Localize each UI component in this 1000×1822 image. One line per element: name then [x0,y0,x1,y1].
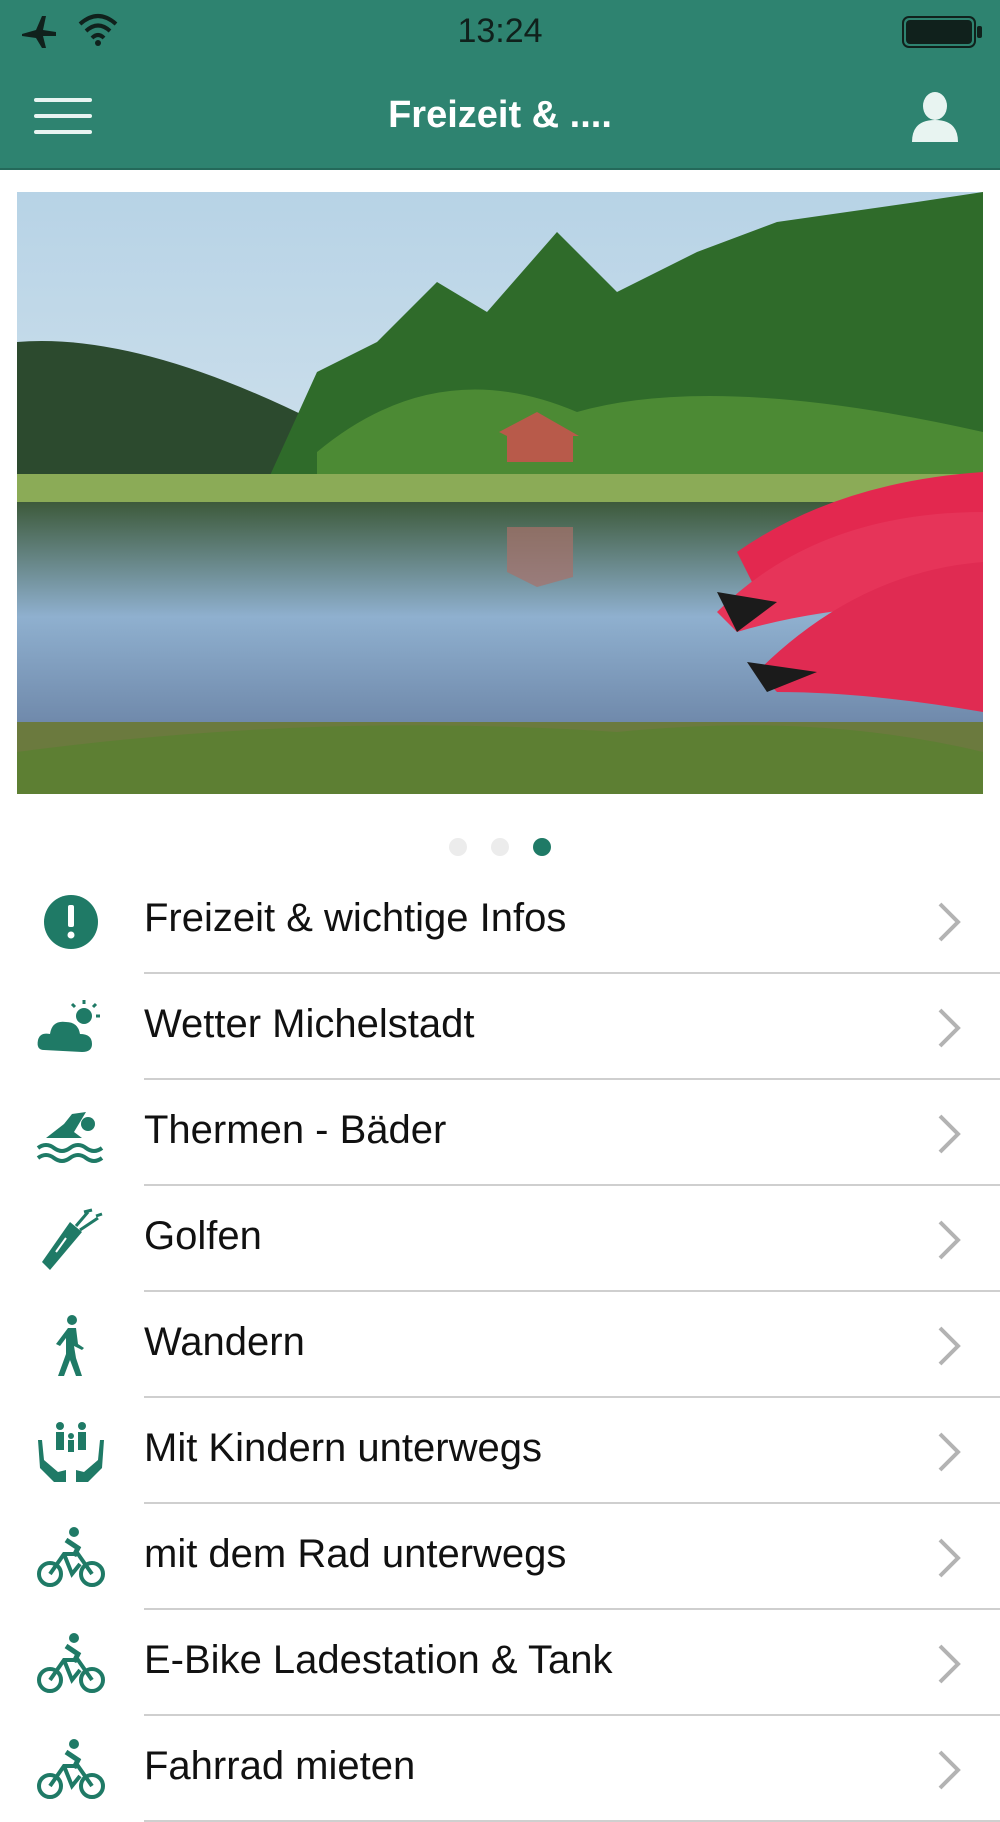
list-item-label: Freizeit & wichtige Infos [144,896,567,940]
cloud-sun-icon [37,1000,100,1052]
chevron-right-icon [938,1326,961,1366]
carousel-page-indicator[interactable] [0,838,1000,868]
carousel-image[interactable] [17,192,983,794]
page-dot-2[interactable] [491,838,509,856]
list-item-label: Mit Kindern unterwegs [144,1426,542,1470]
list-item-kindern[interactable]: Mit Kindern unterwegs [0,1398,1000,1504]
hiker-icon [56,1315,84,1376]
list-item-label: Wetter Michelstadt [144,1002,475,1046]
list-item-freizeit-infos[interactable]: Freizeit & wichtige Infos [0,868,1000,974]
list-item-label: Fahrrad mieten [144,1744,416,1788]
list-item-label: Thermen - Bäder [144,1108,447,1152]
status-time: 13:24 [457,12,543,50]
chevron-right-icon [938,1114,961,1154]
golf-bag-icon [42,1208,103,1270]
page-dot-1[interactable] [448,838,467,856]
chevron-right-icon [938,902,961,942]
page-title: Freizeit & .... [388,94,612,136]
swimmer-icon [36,1112,104,1163]
list-item-label: Golfen [144,1214,262,1258]
list-item-ebike[interactable]: E-Bike Ladestation & Tank [0,1610,1000,1716]
chevron-right-icon [938,1008,961,1048]
chevron-right-icon [938,1644,961,1684]
cyclist-icon [37,1633,105,1693]
chevron-right-icon [938,1220,961,1260]
list-item-wetter[interactable]: Wetter Michelstadt [0,974,1000,1080]
status-bar: 13:24 [0,0,1000,64]
battery-icon [902,16,982,48]
family-hands-icon [38,1422,104,1482]
chevron-right-icon [938,1750,961,1790]
list-item-label: mit dem Rad unterwegs [144,1532,567,1576]
list-item-label: E-Bike Ladestation & Tank [144,1638,613,1682]
chevron-right-icon [938,1538,961,1578]
cyclist-icon [37,1739,105,1799]
list-item-thermen[interactable]: Thermen - Bäder [0,1080,1000,1186]
list-item-golfen[interactable]: Golfen [0,1186,1000,1292]
nav-bar: Freizeit & .... [0,64,1000,170]
menu-list: Freizeit & wichtige Infos Wetter Michels… [0,868,1000,1822]
cyclist-icon [37,1527,105,1587]
exclamation-circle-icon [44,895,98,949]
list-item-fahrrad-mieten[interactable]: Fahrrad mieten [0,1716,1000,1822]
list-item-label: Wandern [144,1320,305,1364]
hamburger-menu-icon[interactable] [34,94,94,138]
user-icon[interactable] [910,90,960,142]
page-dot-3-active[interactable] [533,838,552,856]
list-item-rad[interactable]: mit dem Rad unterwegs [0,1504,1000,1610]
list-item-wandern[interactable]: Wandern [0,1292,1000,1398]
chevron-right-icon [938,1432,961,1472]
